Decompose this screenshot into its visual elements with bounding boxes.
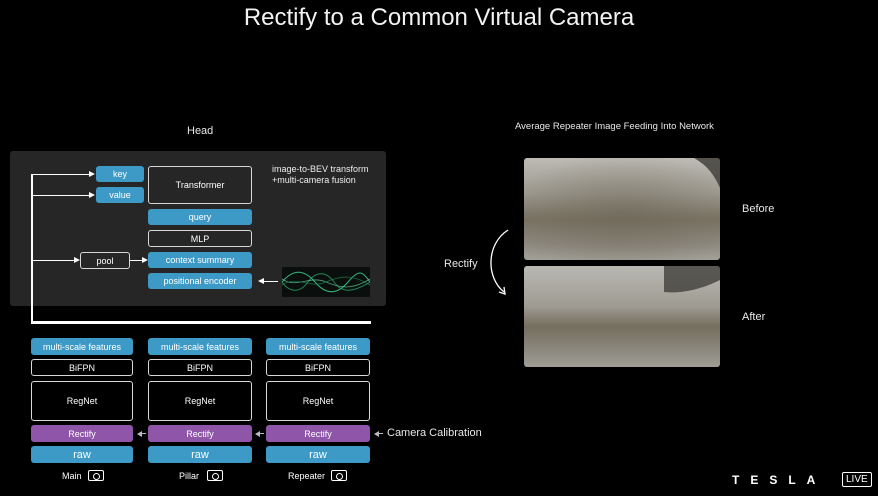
context-summary-block: context summary [148, 252, 252, 268]
branch-value-arrow [89, 192, 95, 198]
col-repeater-msf-block: multi-scale features [266, 338, 370, 355]
col-repeater-rectify-block: Rectify [266, 425, 370, 442]
live-badge: LIVE [842, 472, 872, 487]
wave-to-encoder-line [264, 281, 278, 282]
col-main-raw-block: raw [31, 446, 133, 463]
rectify-curve-arrow [490, 229, 509, 295]
rectify-arrow-1-line [141, 433, 146, 434]
col-main-camera-icon [88, 470, 104, 481]
col-main-camera-label: Main [62, 471, 82, 481]
value-block: value [96, 187, 144, 203]
col-main-msf-block: multi-scale features [31, 338, 133, 355]
rectify-label: Rectify [444, 258, 478, 270]
branch-key-arrow [89, 171, 95, 177]
average-image-heading: Average Repeater Image Feeding Into Netw… [515, 121, 714, 132]
branch-key-line [33, 174, 89, 175]
bus-vertical-line [31, 174, 33, 324]
query-block: query [148, 209, 252, 225]
branch-value-line [33, 195, 89, 196]
col-main-rectify-block: Rectify [31, 425, 133, 442]
col-pillar-camera-label: Pillar [179, 471, 200, 481]
col-pillar-camera-icon [207, 470, 223, 481]
before-label: Before [742, 203, 775, 215]
camera-calibration-label: Camera Calibration [387, 427, 482, 439]
calibration-arrow-head [374, 431, 379, 437]
positional-wave-image [282, 267, 370, 297]
head-label: Head [187, 125, 214, 137]
col-pillar-raw-block: raw [148, 446, 252, 463]
col-repeater-raw-block: raw [266, 446, 370, 463]
positional-encoder-block: positional encoder [148, 273, 252, 289]
calibration-arrow-line [378, 433, 383, 434]
tesla-logo: TESLA [732, 473, 827, 487]
col-pillar-rectify-block: Rectify [148, 425, 252, 442]
col-repeater-camera-icon [331, 470, 347, 481]
col-main-bifpn-block: BiFPN [31, 359, 133, 376]
branch-pool-line [33, 260, 74, 261]
fusion-note: image-to-BEV transform +multi-camera fus… [272, 164, 369, 186]
bus-horizontal-line [31, 321, 371, 324]
before-image [524, 158, 720, 260]
col-pillar-regnet-block: RegNet [148, 381, 252, 421]
after-label: After [742, 311, 766, 323]
col-main-regnet-block: RegNet [31, 381, 133, 421]
slide-title: Rectify to a Common Virtual Camera [243, 4, 635, 31]
col-pillar-bifpn-block: BiFPN [148, 359, 252, 376]
fusion-note-line-1: image-to-BEV transform [272, 164, 369, 174]
after-image [524, 266, 720, 367]
pool-block: pool [80, 252, 130, 269]
wave-to-encoder-arrow [258, 278, 264, 284]
key-block: key [96, 166, 144, 182]
col-repeater-camera-label: Repeater [288, 471, 326, 481]
pool-to-context-line [130, 260, 142, 261]
transformer-block: Transformer [148, 166, 252, 204]
fusion-note-line-2: +multi-camera fusion [272, 175, 356, 185]
rectify-arrow-2-head [255, 431, 260, 437]
rectify-arrow-1-head [137, 431, 142, 437]
col-repeater-bifpn-block: BiFPN [266, 359, 370, 376]
mlp-block: MLP [148, 230, 252, 247]
col-repeater-regnet-block: RegNet [266, 381, 370, 421]
rectify-arrow-2-line [259, 433, 264, 434]
col-pillar-msf-block: multi-scale features [148, 338, 252, 355]
